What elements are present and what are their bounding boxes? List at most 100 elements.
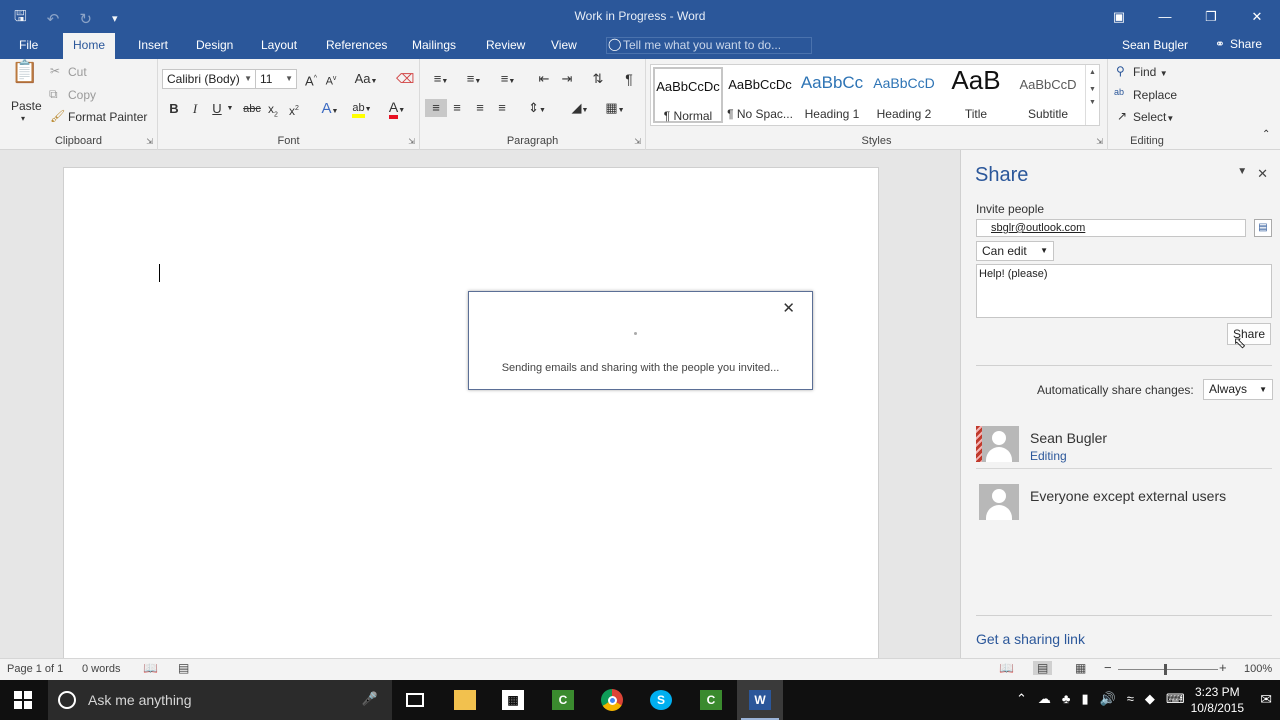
proofing-icon[interactable]: 📖 — [143, 661, 158, 675]
font-name-select[interactable]: Calibri (Body) ▼ — [162, 69, 256, 89]
paste-dropdown-icon[interactable]: ▾ — [21, 114, 25, 123]
cut-button[interactable]: Cut — [68, 65, 87, 79]
tab-home[interactable]: Home — [63, 33, 116, 59]
chevron-down-icon[interactable]: ▼ — [225, 100, 235, 118]
dialog-launcher-icon[interactable]: ⇲ — [146, 137, 153, 146]
document-page[interactable] — [63, 167, 879, 667]
find-button[interactable]: Find ▼ — [1133, 65, 1168, 79]
clear-formatting-icon[interactable]: ⌫ — [396, 70, 414, 88]
message-field[interactable]: Help! (please) — [976, 264, 1272, 318]
italic-icon[interactable]: I — [187, 100, 203, 118]
decrease-indent-icon[interactable]: ⇤ — [535, 70, 553, 88]
auto-share-select[interactable]: Always ▼ — [1203, 379, 1273, 400]
dialog-launcher-icon[interactable]: ⇲ — [1096, 137, 1103, 146]
change-case-icon[interactable]: Aa▼ — [353, 70, 379, 91]
copy-button[interactable]: Copy — [68, 88, 96, 102]
user-name[interactable]: Sean Bugler — [1122, 38, 1188, 52]
app-tray-icon[interactable]: ♣ — [1062, 691, 1071, 707]
clock[interactable]: 3:23 PM 10/8/2015 — [1191, 684, 1244, 716]
borders-icon[interactable]: ▦▼ — [600, 99, 630, 120]
page-count[interactable]: Page 1 of 1 — [7, 663, 63, 675]
align-center-icon[interactable]: ≡ — [448, 99, 466, 117]
wifi-icon[interactable]: ≈ — [1127, 691, 1134, 707]
sharing-link[interactable]: Get a sharing link — [976, 631, 1085, 647]
collapse-ribbon-icon[interactable]: ⌃ — [1262, 129, 1270, 140]
address-book-icon[interactable]: ▤ — [1254, 219, 1272, 237]
tell-me-box[interactable]: ◯ Tell me what you want to do... — [606, 37, 812, 54]
strikethrough-icon[interactable]: abc — [241, 100, 263, 118]
read-mode-icon[interactable]: 📖 — [999, 661, 1014, 675]
notifications-icon[interactable]: ✉ — [1260, 691, 1272, 708]
close-icon[interactable]: ✕ — [1234, 0, 1280, 33]
tab-insert[interactable]: Insert — [128, 33, 178, 59]
web-layout-icon[interactable]: ▦ — [1075, 661, 1086, 675]
windows-start-icon[interactable] — [14, 691, 32, 709]
shrink-font-icon[interactable]: Av — [322, 70, 340, 91]
file-explorer-icon[interactable] — [442, 680, 488, 720]
permission-select[interactable]: Can edit ▼ — [976, 241, 1054, 261]
sort-icon[interactable]: ⇅ — [589, 70, 607, 88]
shading-icon[interactable]: ◢▼ — [565, 99, 595, 120]
restore-icon[interactable]: ❐ — [1188, 0, 1234, 33]
show-formatting-icon[interactable]: ¶ — [621, 70, 637, 88]
volume-icon[interactable]: 🔊 — [1100, 691, 1116, 707]
invite-email-field[interactable]: sbglr@outlook.com — [976, 219, 1246, 237]
microphone-icon[interactable]: 🎤 — [362, 691, 378, 707]
numbering-icon[interactable]: ≡▼ — [461, 70, 487, 91]
justify-icon[interactable]: ≡ — [493, 99, 511, 117]
font-color-icon[interactable]: A▼ — [383, 98, 411, 120]
align-right-icon[interactable]: ≡ — [471, 99, 489, 117]
chevron-down-icon[interactable]: ▼ — [1086, 86, 1099, 93]
tab-layout[interactable]: Layout — [251, 33, 307, 59]
minimize-icon[interactable]: — — [1142, 0, 1188, 33]
style-title[interactable]: AaB Title — [941, 65, 1011, 123]
pane-options-icon[interactable]: ▼ — [1237, 166, 1247, 182]
underline-icon[interactable]: U — [209, 100, 225, 118]
shared-person[interactable]: Sean Bugler Editing — [976, 426, 1272, 474]
task-view-icon[interactable] — [392, 680, 438, 720]
paste-icon[interactable]: 📋 — [8, 61, 42, 93]
multilevel-list-icon[interactable]: ≡▼ — [494, 70, 522, 91]
tab-design[interactable]: Design — [186, 33, 243, 59]
print-layout-icon[interactable]: ▤ — [1033, 661, 1053, 675]
select-button[interactable]: Select▼ — [1133, 110, 1174, 124]
increase-indent-icon[interactable]: ⇥ — [558, 70, 576, 88]
macro-icon[interactable]: ▤ — [178, 661, 189, 675]
style-normal[interactable]: AaBbCcDc ¶ Normal — [653, 67, 723, 123]
battery-icon[interactable]: ▮ — [1081, 691, 1088, 707]
dialog-launcher-icon[interactable]: ⇲ — [634, 137, 641, 146]
zoom-slider-thumb[interactable] — [1164, 664, 1167, 675]
dialog-launcher-icon[interactable]: ⇲ — [408, 137, 415, 146]
style-subtitle[interactable]: AaBbCcD Subtitle — [1013, 67, 1083, 123]
font-size-select[interactable]: 11 ▼ — [255, 69, 297, 89]
tab-mailings[interactable]: Mailings — [402, 33, 466, 59]
store-icon[interactable]: ▦ — [490, 680, 536, 720]
more-styles-icon[interactable]: ▼ — [1086, 99, 1099, 106]
camtasia-recorder-icon[interactable]: C — [688, 680, 734, 720]
style-no-spacing[interactable]: AaBbCcDc ¶ No Spac... — [725, 67, 795, 123]
superscript-icon[interactable]: x2 — [285, 100, 303, 120]
skype-icon[interactable]: S — [638, 680, 684, 720]
zoom-slider[interactable] — [1118, 669, 1218, 670]
subscript-icon[interactable]: x2 — [264, 100, 282, 124]
paste-button[interactable]: Paste — [11, 99, 42, 113]
tab-references[interactable]: References — [316, 33, 397, 59]
tab-file[interactable]: File — [9, 33, 48, 59]
grow-font-icon[interactable]: A^ — [302, 70, 320, 90]
tab-view[interactable]: View — [541, 33, 587, 59]
dropbox-icon[interactable]: ◆ — [1145, 691, 1155, 707]
word-icon[interactable]: W — [737, 680, 783, 720]
keyboard-icon[interactable]: ⌨ — [1166, 691, 1185, 707]
bullets-icon[interactable]: ≡▼ — [428, 70, 454, 91]
camtasia-icon[interactable]: C — [540, 680, 586, 720]
zoom-level[interactable]: 100% — [1244, 663, 1272, 675]
ribbon-display-icon[interactable]: ▣ — [1096, 0, 1142, 33]
style-heading-1[interactable]: AaBbCc Heading 1 — [797, 67, 867, 123]
replace-button[interactable]: Replace — [1133, 88, 1177, 102]
chevron-up-icon[interactable]: ▲ — [1086, 69, 1099, 76]
gallery-scroll[interactable]: ▲ ▼ ▼ — [1085, 65, 1099, 125]
close-icon[interactable]: ✕ — [782, 299, 795, 317]
chevron-up-icon[interactable]: ⌃ — [1016, 691, 1027, 707]
text-effects-icon[interactable]: A▼ — [317, 100, 343, 121]
zoom-out-icon[interactable]: − — [1104, 660, 1112, 675]
